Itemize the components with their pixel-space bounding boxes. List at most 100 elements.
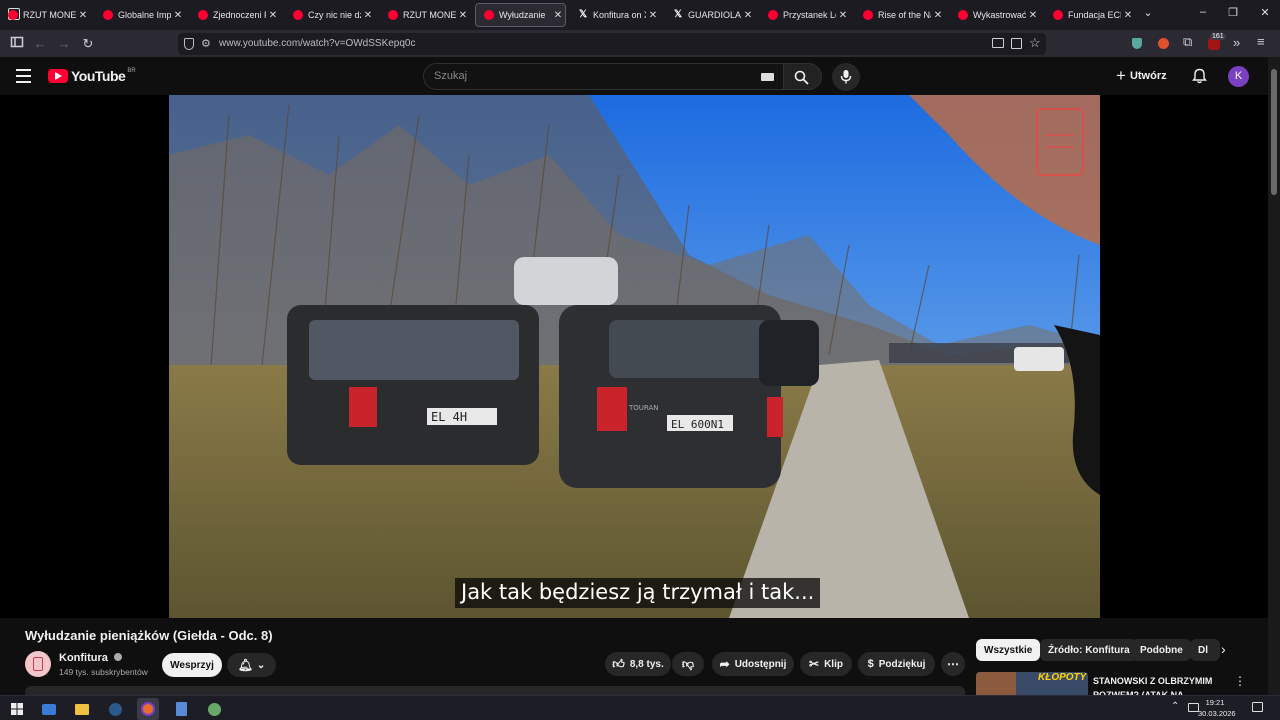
browser-tab[interactable]: Czy nic nie dzie✕ xyxy=(285,3,375,27)
clip-button[interactable]: ✂ Klip xyxy=(800,652,852,676)
browser-tab-title: Czy nic nie dzie xyxy=(308,10,361,20)
close-tab-icon[interactable]: ✕ xyxy=(551,10,565,21)
back-button[interactable]: ← xyxy=(31,35,49,53)
browser-tab[interactable]: Globalne Imperi✕ xyxy=(95,3,185,27)
close-tab-icon[interactable]: ✕ xyxy=(76,10,90,21)
description-box[interactable] xyxy=(25,686,965,695)
close-tab-icon[interactable]: ✕ xyxy=(646,10,660,21)
more-actions-button[interactable]: ⋯ xyxy=(941,652,965,676)
close-tab-icon[interactable]: ✕ xyxy=(741,10,755,21)
search-box[interactable]: Szukaj xyxy=(423,63,784,90)
url-text[interactable]: www.youtube.com/watch?v=OWdSSKepq0c xyxy=(219,38,415,49)
keyboard-icon[interactable] xyxy=(761,73,774,81)
reader-view-icon[interactable] xyxy=(1011,38,1022,49)
close-tab-icon[interactable]: ✕ xyxy=(456,10,470,21)
close-window-button[interactable]: ✕ xyxy=(1250,6,1280,19)
app-icon[interactable] xyxy=(203,698,225,720)
thumbs-up-icon: 👍︎ xyxy=(612,656,625,671)
close-tab-icon[interactable]: ✕ xyxy=(171,10,185,21)
page-scrollbar[interactable] xyxy=(1268,57,1280,695)
support-button[interactable]: Wesprzyj xyxy=(162,653,222,677)
filter-chip[interactable]: Podobne xyxy=(1132,639,1191,661)
close-tab-icon[interactable]: ✕ xyxy=(361,10,375,21)
voice-search-button[interactable] xyxy=(832,63,860,91)
youtube-icon xyxy=(768,10,778,20)
reload-button[interactable]: ↻ xyxy=(79,35,97,53)
permissions-icon[interactable]: ⚙ xyxy=(201,37,211,50)
close-tab-icon[interactable]: ✕ xyxy=(1026,10,1040,21)
notifications-icon[interactable] xyxy=(1252,702,1263,712)
browser-tab[interactable]: RZUT MONETĄ✕ xyxy=(380,3,470,27)
browser-tab[interactable]: RZUT MONETĄ✕ xyxy=(0,3,90,27)
picture-in-picture-icon[interactable] xyxy=(992,38,1004,48)
vpn-shield-icon[interactable] xyxy=(1132,38,1142,49)
browser-tab[interactable]: 𝕏 Konfitura on X ✕ xyxy=(570,3,660,27)
steam-icon[interactable] xyxy=(104,698,126,720)
search-button[interactable] xyxy=(784,63,822,90)
filter-chip[interactable]: Wszystkie xyxy=(976,639,1041,661)
youtube-icon xyxy=(8,10,18,20)
recommended-thumbnail[interactable]: KŁOPOTY xyxy=(976,672,1088,695)
extension-fox-icon[interactable] xyxy=(1158,38,1169,49)
browser-tab[interactable]: Wyłudzanie ✕ xyxy=(475,3,566,27)
scrollbar-thumb[interactable] xyxy=(1271,69,1277,195)
url-bar[interactable]: ⚙ www.youtube.com/watch?v=OWdSSKepq0c ☆ xyxy=(178,33,1046,55)
browser-tab[interactable]: Rise of the Nazi✕ xyxy=(855,3,945,27)
tray-chevron-icon[interactable]: ⌃ xyxy=(1171,701,1179,712)
maximize-button[interactable]: ❐ xyxy=(1218,6,1248,19)
recommended-title[interactable]: STANOWSKI Z OLBRZYMIM POZWEM? (ATAK NA xyxy=(1093,674,1223,695)
share-button[interactable]: ➦ Udostępnij xyxy=(712,652,794,676)
youtube-icon xyxy=(293,10,303,20)
video-title: Wyłudzanie pieniążków (Giełda - Odc. 8) xyxy=(25,628,273,643)
filter-chip[interactable]: Źródło: Konfitura xyxy=(1040,639,1138,661)
browser-tab[interactable]: 𝕏 GUARDIOLA ✕ xyxy=(665,3,755,27)
video-frame[interactable]: EL 4H EL 600N1 TOURAN xyxy=(169,95,1100,618)
video-subtitle: Jak tak będziesz ją trzymał i tak... xyxy=(455,578,821,608)
browser-tab[interactable]: Wykastrować b✕ xyxy=(950,3,1040,27)
sidebar-icon[interactable] xyxy=(8,35,26,53)
like-button[interactable]: 👍︎ 8,8 tys. xyxy=(605,652,671,676)
channel-name[interactable]: Konfitura xyxy=(59,652,122,664)
file-explorer-icon[interactable] xyxy=(71,698,93,720)
channel-name-text[interactable]: Konfitura xyxy=(59,652,108,664)
account-avatar[interactable]: K xyxy=(1228,66,1249,87)
thanks-button[interactable]: $ Podziękuj xyxy=(858,652,935,676)
bookmark-star-icon[interactable]: ☆ xyxy=(1029,35,1041,51)
subscription-bell-button[interactable]: 🔔︎ ⌄ xyxy=(227,653,276,677)
notifications-bell-icon[interactable] xyxy=(1192,68,1207,84)
chips-next-icon[interactable]: › xyxy=(1221,641,1226,657)
plate-text-2: EL 600N1 xyxy=(671,418,724,431)
video-player[interactable]: EL 4H EL 600N1 TOURAN xyxy=(0,95,1268,618)
firefox-icon[interactable] xyxy=(137,698,159,720)
dislike-button[interactable]: 👎︎ xyxy=(672,652,704,676)
overflow-menu-icon[interactable]: » xyxy=(1233,35,1240,50)
close-tab-icon[interactable]: ✕ xyxy=(836,10,850,21)
youtube-logo[interactable]: YouTube BR xyxy=(48,68,136,84)
monitor-app-icon[interactable] xyxy=(38,698,60,720)
channel-avatar[interactable] xyxy=(25,651,51,677)
minimize-button[interactable]: – xyxy=(1188,6,1218,18)
search-input[interactable]: Szukaj xyxy=(434,70,467,82)
create-label: Utwórz xyxy=(1129,70,1167,82)
list-all-tabs-button[interactable]: ⌄ xyxy=(1133,6,1163,19)
recommended-more-icon[interactable]: ⋮ xyxy=(1234,674,1246,688)
system-clock[interactable]: 19:21 30.03.2026 xyxy=(1198,697,1236,719)
hamburger-menu-icon[interactable]: ≡ xyxy=(1257,34,1265,49)
filter-chip[interactable]: Dl xyxy=(1190,639,1220,661)
close-tab-icon[interactable]: ✕ xyxy=(266,10,280,21)
windows-start-icon[interactable] xyxy=(6,698,28,720)
navigation-toolbar: ← → ↻ ⚙ www.youtube.com/watch?v=OWdSSKep… xyxy=(0,30,1280,57)
calculator-icon[interactable] xyxy=(170,698,192,720)
close-tab-icon[interactable]: ✕ xyxy=(931,10,945,21)
create-button[interactable]: + Utwórz xyxy=(1116,66,1167,86)
youtube-play-icon xyxy=(48,69,68,83)
extensions-puzzle-icon[interactable]: ⧉ xyxy=(1183,34,1192,50)
forward-button[interactable]: → xyxy=(55,35,73,53)
browser-tab[interactable]: Zjednoczeni Prz✕ xyxy=(190,3,280,27)
browser-tab[interactable]: Fundacja ECPU✕ xyxy=(1045,3,1135,27)
shield-icon[interactable] xyxy=(184,38,194,50)
guide-menu-icon[interactable] xyxy=(16,69,31,83)
recommended-video[interactable]: KŁOPOTY STANOWSKI Z OLBRZYMIM POZWEM? (A… xyxy=(976,672,1252,695)
browser-tab[interactable]: Przystanek Lom✕ xyxy=(760,3,850,27)
browser-tab-title: RZUT MONETĄ xyxy=(23,10,76,20)
